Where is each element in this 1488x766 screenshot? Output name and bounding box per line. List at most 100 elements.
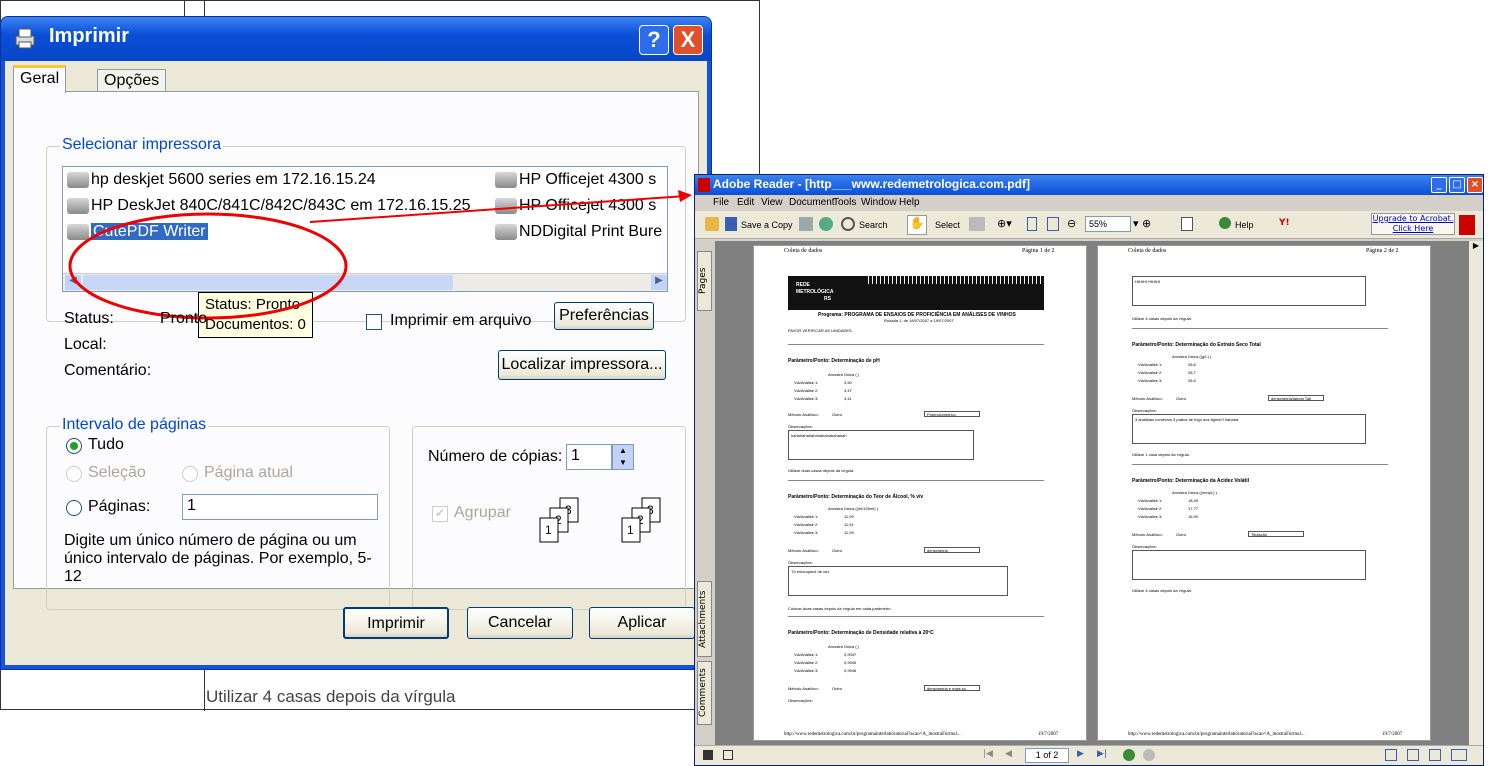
pages-input[interactable]: 1 (182, 494, 378, 520)
printer-item-selected[interactable]: CutePDF Writer (67, 223, 208, 241)
printer-icon (15, 28, 35, 49)
next-page-icon[interactable]: ▶ (1077, 749, 1084, 759)
menu-window[interactable]: Window (861, 197, 897, 208)
vertical-scrollbar[interactable]: ▶ (1469, 241, 1483, 747)
horizontal-scrollbar[interactable]: ◀ ▶ (63, 273, 667, 291)
tab-geral[interactable]: Geral (13, 65, 67, 93)
dialog-titlebar: Imprimir ? X (1, 17, 711, 61)
print-to-file-checkbox[interactable] (366, 314, 382, 330)
back-icon[interactable] (1123, 749, 1135, 761)
row-value: 16,90 (1188, 514, 1199, 519)
apply-button[interactable]: Aplicar (589, 607, 695, 639)
row-label: Via/Análise 3: (794, 668, 819, 673)
actual-size-icon[interactable] (1027, 217, 1037, 231)
scrollbar-thumb[interactable] (83, 275, 453, 290)
sample-label: Amostra Única ((g/L) ) (1172, 354, 1212, 359)
first-page-icon[interactable]: |◀ (983, 749, 993, 759)
sample-label: Amostra Única ( ) (828, 372, 860, 377)
forward-icon[interactable] (1143, 749, 1155, 761)
collate-label: Agrupar (454, 504, 511, 521)
print-button[interactable]: Imprimir (343, 607, 449, 639)
radio-pages[interactable] (66, 500, 82, 516)
menu-view[interactable]: View (761, 197, 783, 208)
menu-edit[interactable]: Edit (737, 197, 754, 208)
attachments-tab[interactable]: Attachments (697, 581, 712, 657)
reader-title: Adobe Reader - [http___www.redemetrologi… (713, 177, 1030, 191)
page1-header-right: Página 1 de 2 (1022, 248, 1055, 254)
search-icon[interactable] (841, 217, 855, 231)
continuous-icon[interactable] (1407, 749, 1419, 761)
menu-help[interactable]: Help (899, 197, 920, 208)
open-icon[interactable] (705, 217, 719, 231)
page-number-field[interactable]: 1 of 2 (1025, 748, 1069, 763)
menu-file[interactable]: File (713, 197, 729, 208)
document-area: Coleta de dados Página 1 de 2 REDE METRO… (715, 241, 1469, 747)
menu-tools[interactable]: Tools (833, 197, 856, 208)
zoom-in-icon[interactable]: ⊕▾ (997, 217, 1012, 230)
last-page-icon[interactable]: ▶| (1097, 749, 1107, 759)
obs-box: HIHIHI HIHIHI (1132, 276, 1366, 306)
help-icon[interactable] (1219, 217, 1231, 229)
zoom-field[interactable]: 55% (1085, 216, 1131, 232)
find-printer-button[interactable]: Localizar impressora... (498, 350, 666, 380)
page1-footer-date: 19/7/2007 (1038, 732, 1059, 737)
printer-item[interactable]: hp deskjet 5600 series em 172.16.15.24 (67, 171, 376, 189)
row-value: 26,7 (1188, 370, 1196, 375)
printer-name: HP Officejet 4300 s (519, 171, 657, 188)
save-icon[interactable] (725, 217, 737, 231)
hand-tool-icon[interactable]: ✋ (907, 215, 927, 235)
fit-page-icon[interactable] (1047, 217, 1059, 231)
page2-header-left: Coleta de dados (1128, 248, 1167, 254)
row-value: 11,99 (844, 514, 854, 519)
svg-text:1: 1 (627, 523, 634, 537)
upgrade-link[interactable]: Upgrade to Acrobat. Click Here (1371, 213, 1455, 235)
reader-close-button[interactable]: × (1467, 177, 1483, 193)
annotation-arrow (309, 190, 692, 223)
rede-logo: REDE METROLÓGICA RS (788, 276, 1044, 310)
snapshot-icon[interactable] (969, 217, 985, 231)
printer-item[interactable]: HP Officejet 4300 s (495, 171, 656, 189)
scroll-right-icon[interactable]: ▶ (651, 275, 667, 290)
menu-document[interactable]: Document (789, 197, 835, 208)
radio-all-label: Tudo (88, 436, 124, 453)
cancel-button[interactable]: Cancelar (467, 607, 573, 639)
close-button[interactable]: X (673, 25, 703, 55)
continuous-facing-icon[interactable] (1451, 749, 1467, 761)
zoom-dropdown-icon[interactable]: ▾ ⊕ (1133, 217, 1151, 230)
method-select: Outro (832, 686, 843, 691)
help-button[interactable]: ? (639, 25, 669, 55)
row-value: 11,91 (844, 522, 854, 527)
row-value: 17,77 (1188, 506, 1199, 511)
select-button[interactable]: Select (935, 220, 960, 230)
tooltip-status: Status: Pronto (205, 296, 301, 313)
zoom-out-icon[interactable]: ⊖ (1067, 217, 1076, 230)
radio-all[interactable] (66, 438, 82, 454)
printer-group-label: Selecionar impressora (60, 136, 224, 154)
row-label: Via/Análise 2: (794, 522, 819, 527)
print-to-file-label: Imprimir em arquivo (390, 312, 532, 329)
prev-page-icon[interactable]: ◀ (1005, 749, 1012, 759)
facing-icon[interactable] (1429, 749, 1441, 761)
email-icon[interactable] (819, 217, 833, 231)
yahoo-icon[interactable]: Y! (1279, 218, 1290, 228)
maximize-button[interactable]: □ (1449, 177, 1465, 193)
comments-tab[interactable]: Comments (697, 661, 712, 725)
preferences-button[interactable]: Preferências (554, 302, 654, 330)
upgrade-click: Click Here (1392, 224, 1434, 233)
radio-current-label: Página atual (204, 464, 293, 481)
tab-opcoes[interactable]: Opções (97, 69, 167, 93)
method-value: Titulação (1251, 532, 1268, 537)
single-page-icon[interactable] (1385, 749, 1397, 761)
search-button[interactable]: Search (859, 220, 888, 230)
minimize-button[interactable]: _ (1431, 177, 1447, 193)
status-value: Pronto (160, 310, 208, 327)
copies-spinner-icon[interactable]: ▲ ▼ (612, 444, 634, 470)
help-button[interactable]: Help (1235, 220, 1254, 230)
pages-tab[interactable]: Pages (697, 251, 712, 311)
save-copy-button[interactable]: Save a Copy (741, 220, 793, 230)
method-field: Titulação (1248, 531, 1304, 537)
print-icon[interactable] (799, 217, 813, 231)
scroll-right-arrow-icon[interactable]: ▶ (1469, 241, 1483, 250)
copies-input[interactable]: 1 (566, 444, 612, 470)
page-layout-icon[interactable] (1181, 217, 1193, 231)
